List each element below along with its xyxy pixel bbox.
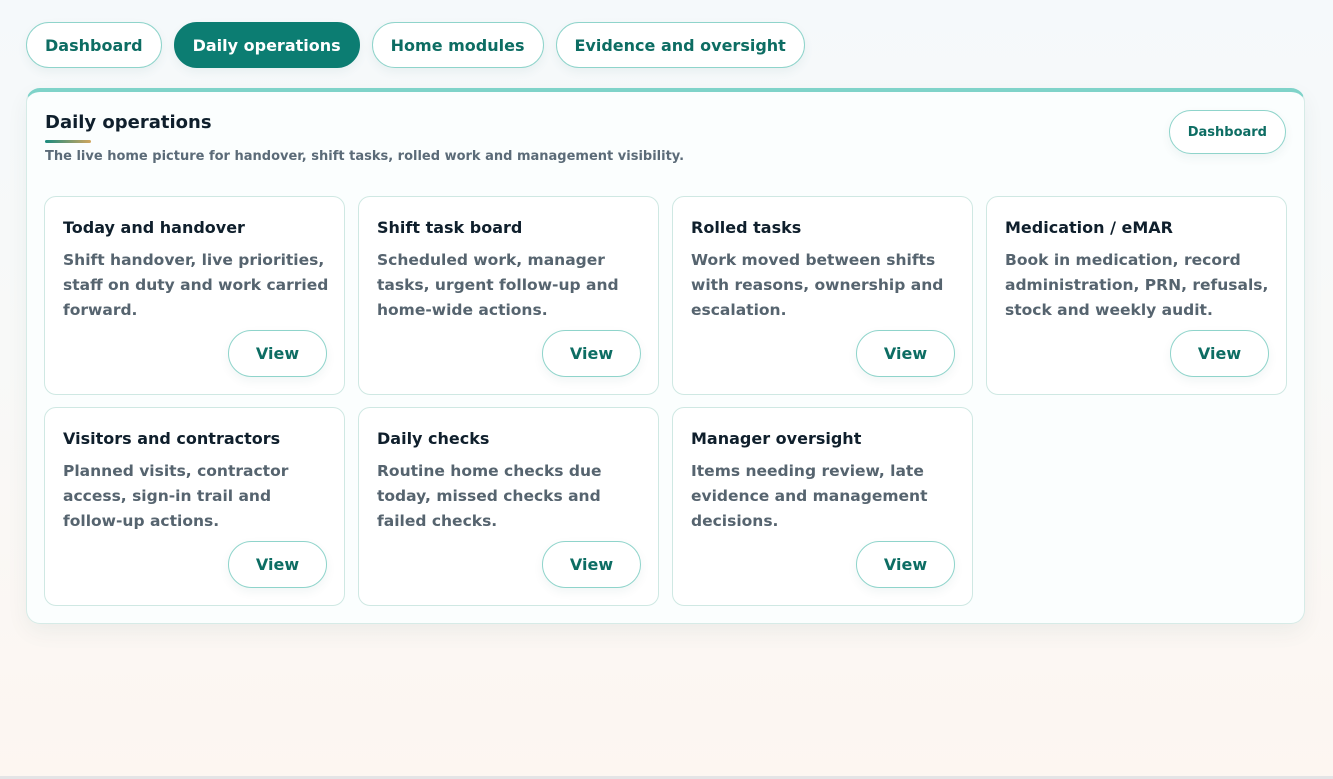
title-underline	[45, 140, 91, 143]
card-title: Daily checks	[377, 429, 490, 448]
card-daily-checks: Daily checks Routine home checks due tod…	[358, 407, 659, 606]
card-shift-task-board: Shift task board Scheduled work, manager…	[358, 196, 659, 395]
panel-subtitle: The live home picture for handover, shif…	[45, 149, 685, 164]
panel-title: Daily operations	[45, 112, 212, 133]
top-tab-bar: Dashboard Daily operations Home modules …	[26, 22, 805, 68]
card-description: Shift handover, live priorities, staff o…	[63, 251, 329, 319]
view-rolled-tasks-button[interactable]: View	[856, 330, 955, 377]
card-description: Items needing review, late evidence and …	[691, 462, 928, 530]
card-description: Routine home checks due today, missed ch…	[377, 462, 602, 530]
card-description: Work moved between shifts with reasons, …	[691, 251, 944, 319]
card-title: Manager oversight	[691, 429, 862, 448]
daily-operations-panel: Daily operations The live home picture f…	[26, 88, 1305, 624]
view-medication-emar-button[interactable]: View	[1170, 330, 1269, 377]
card-description: Book in medication, record administratio…	[1005, 251, 1269, 319]
card-title: Medication / eMAR	[1005, 218, 1173, 237]
card-title: Shift task board	[377, 218, 523, 237]
dashboard-button[interactable]: Dashboard	[1168, 110, 1286, 154]
card-manager-oversight: Manager oversight Items needing review, …	[672, 407, 973, 606]
view-today-and-handover-button[interactable]: View	[228, 330, 327, 377]
card-title: Visitors and contractors	[63, 429, 281, 448]
view-daily-checks-button[interactable]: View	[542, 541, 641, 588]
card-title: Rolled tasks	[691, 218, 802, 237]
card-visitors-and-contractors: Visitors and contractors Planned visits,…	[44, 407, 345, 606]
card-description: Scheduled work, manager tasks, urgent fo…	[377, 251, 619, 319]
view-shift-task-board-button[interactable]: View	[542, 330, 641, 377]
tab-daily-operations[interactable]: Daily operations	[173, 22, 360, 68]
card-today-and-handover: Today and handover Shift handover, live …	[44, 196, 345, 395]
tab-dashboard[interactable]: Dashboard	[26, 22, 162, 68]
card-rolled-tasks: Rolled tasks Work moved between shifts w…	[672, 196, 973, 395]
view-visitors-and-contractors-button[interactable]: View	[228, 541, 327, 588]
card-description: Planned visits, contractor access, sign-…	[63, 462, 289, 530]
card-medication-emar: Medication / eMAR Book in medication, re…	[986, 196, 1287, 395]
view-manager-oversight-button[interactable]: View	[856, 541, 955, 588]
tab-evidence-and-oversight[interactable]: Evidence and oversight	[555, 22, 805, 68]
tab-home-modules[interactable]: Home modules	[371, 22, 544, 68]
card-title: Today and handover	[63, 218, 245, 237]
